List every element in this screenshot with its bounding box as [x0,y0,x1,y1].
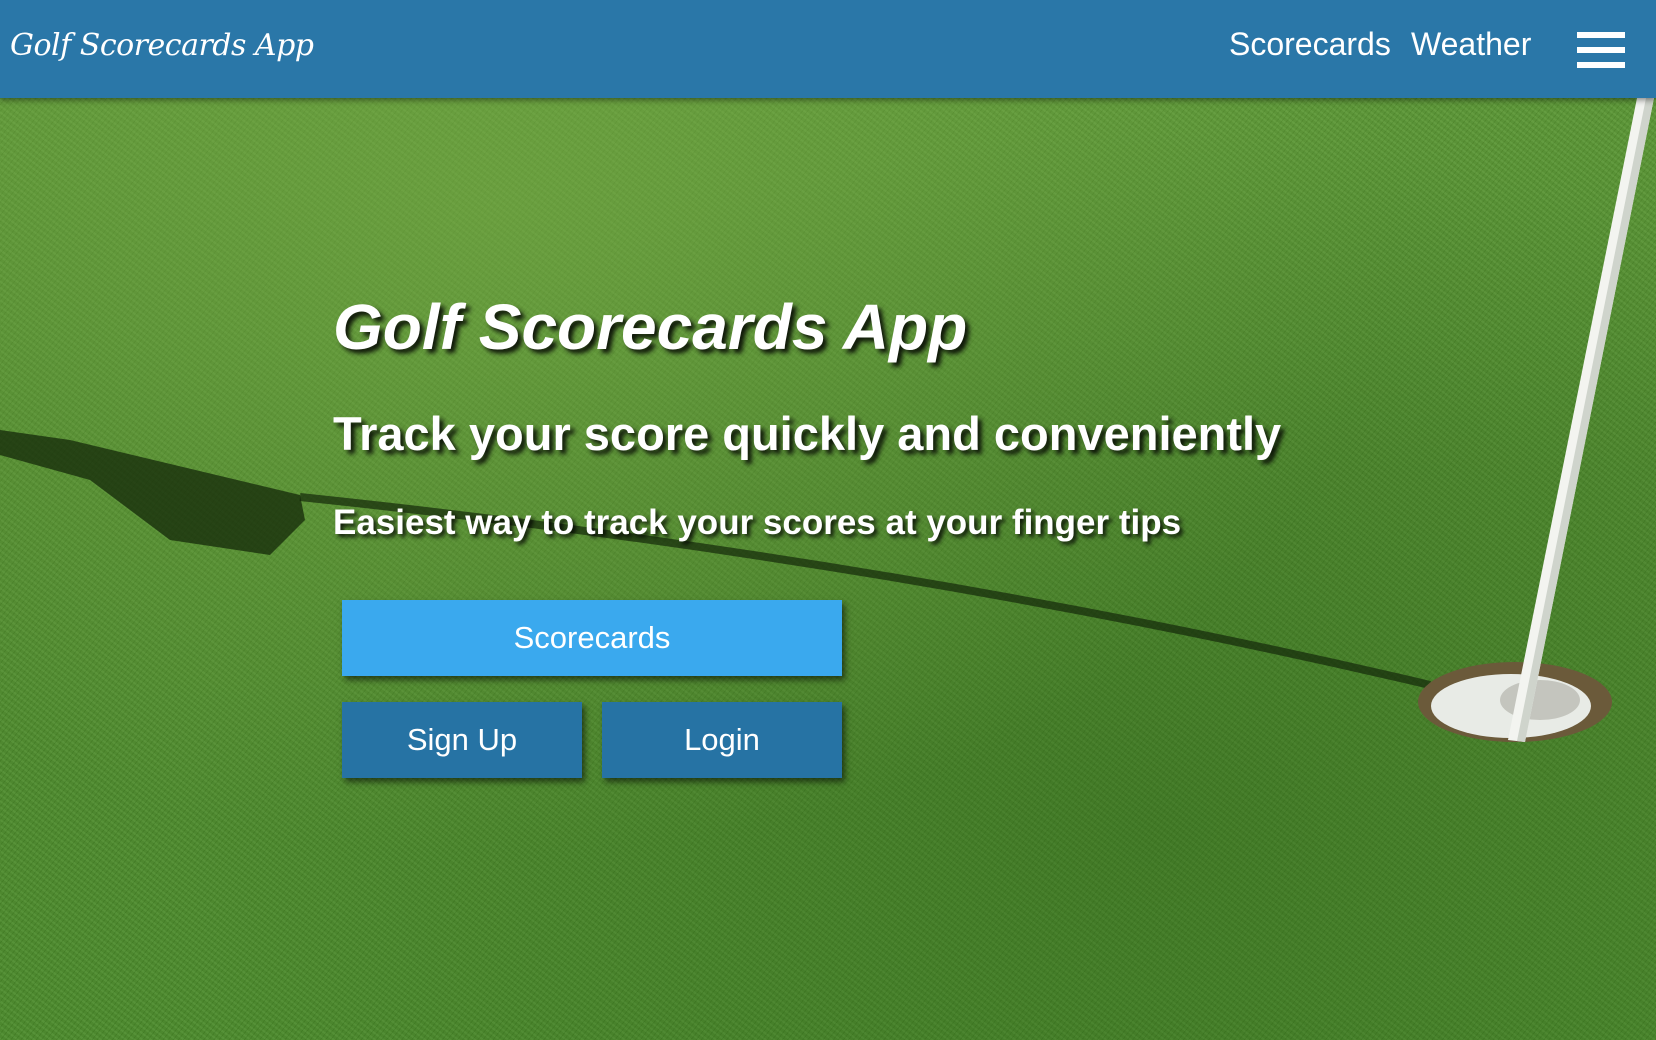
golf-hole-inner [1500,680,1580,720]
hero-tagline: Easiest way to track your scores at your… [333,503,1182,542]
hamburger-line [1577,62,1625,68]
hamburger-menu-icon[interactable] [1577,32,1625,74]
hamburger-line [1577,32,1625,38]
hero-title: Golf Scorecards App [333,291,968,363]
nav-link-weather[interactable]: Weather [1411,26,1531,63]
flag-shadow [0,430,305,555]
sign-up-button[interactable]: Sign Up [342,702,582,778]
brand-logo[interactable]: Golf Scorecards App [10,28,314,63]
login-button[interactable]: Login [602,702,842,778]
hamburger-line [1577,47,1625,53]
nav-link-scorecards[interactable]: Scorecards [1229,26,1391,63]
scorecards-button[interactable]: Scorecards [342,600,842,676]
hero-subtitle: Track your score quickly and convenientl… [333,407,1282,460]
flagstick-highlight [1517,98,1654,742]
page: Golf Scorecards App Scorecards Weather G… [0,0,1656,1040]
navbar: Golf Scorecards App Scorecards Weather [0,0,1656,98]
